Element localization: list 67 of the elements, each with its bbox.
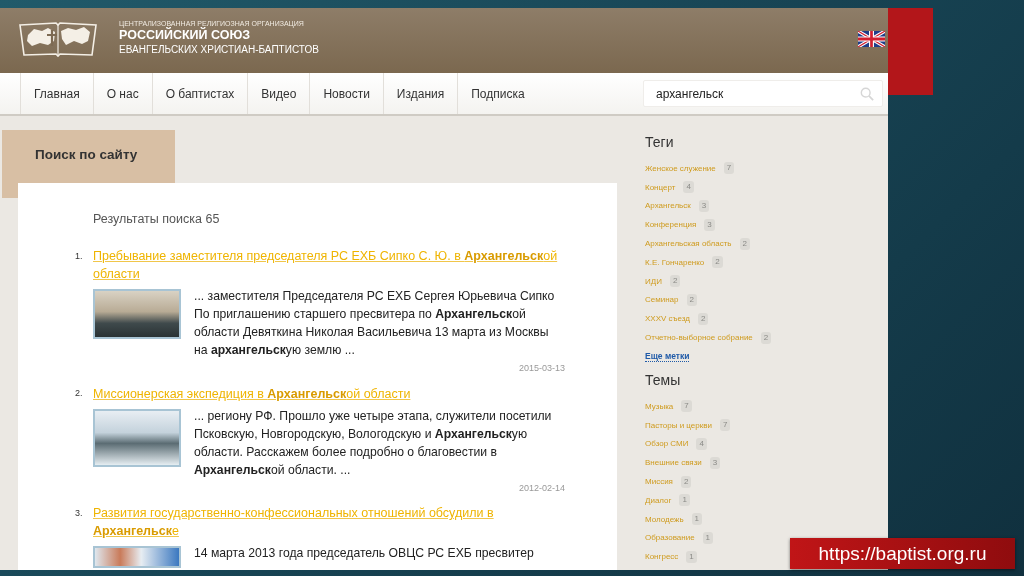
tag-link[interactable]: Концерт xyxy=(645,182,676,192)
result-snippet: ... региону РФ. Прошло уже четыре этапа, служители посетили Псковскую, Новгородскую, Вологодскую и Архангельскую области. Расскажем более подробно о благовестии в Архангельской области. ... xyxy=(194,408,553,479)
topic-count: 3 xyxy=(709,456,721,469)
result-snippet: ... заместителя Председателя РС ЕХБ Сергея Юрьевича Сипко По приглашению старшего пресвитера по Архангельской области Девяткина Николая Васильевича 13 марта из Москвы на архангельскую землю ... xyxy=(194,288,556,359)
tag-count: 2 xyxy=(686,293,697,306)
topic-link[interactable]: Музыка xyxy=(645,401,674,411)
nav-link[interactable]: Подписка xyxy=(457,73,538,114)
result-number: 3. xyxy=(75,507,84,520)
topic-link[interactable]: Внешние связи xyxy=(645,458,702,468)
tag-link[interactable]: Семинар xyxy=(645,295,679,305)
tag-link[interactable]: Архангельск xyxy=(645,201,691,211)
tag-count: 4 xyxy=(683,181,694,194)
tag-count: 2 xyxy=(712,256,723,269)
topic-link[interactable]: Диалог xyxy=(645,495,672,505)
topic-count: 4 xyxy=(696,437,707,450)
tag-link[interactable]: XXXV съезд xyxy=(645,314,690,324)
sidebar-heading: Темы xyxy=(645,371,681,388)
tag-link[interactable]: Конференция xyxy=(645,220,697,230)
tag-link[interactable]: К.Е. Гончаренко xyxy=(645,257,705,267)
result-snippet: 14 марта 2013 года председатель ОВЦС РС ЕХБ пресвитер xyxy=(194,545,535,562)
tag-count: 2 xyxy=(760,331,772,344)
topic-link[interactable]: Пасторы и церкви xyxy=(645,420,712,430)
tag-link[interactable]: ИДИ xyxy=(645,276,662,286)
topic-count: 1 xyxy=(691,513,703,526)
results-count-text: Результаты поиска 65 xyxy=(93,212,220,226)
result-title-link[interactable]: Миссионерская экспедиция в Архангельской области xyxy=(93,385,411,403)
result-number: 2. xyxy=(75,387,84,400)
topic-link[interactable]: Обзор СМИ xyxy=(645,439,689,449)
topic-count: 7 xyxy=(719,419,731,432)
org-name-text: РОССИЙСКИЙ СОЮЗ xyxy=(119,28,251,43)
tag-link[interactable]: Отчетно-выборное собрание xyxy=(645,333,753,343)
nav-link[interactable]: О баптистах xyxy=(151,73,248,114)
tag-count: 2 xyxy=(739,237,750,250)
tag-count: 3 xyxy=(704,218,715,231)
topic-count: 1 xyxy=(702,531,714,544)
topic-link[interactable]: Конгресс xyxy=(645,552,679,562)
tag-count: 7 xyxy=(723,162,735,175)
tag-count: 2 xyxy=(698,312,709,325)
photo-placeholder[interactable] xyxy=(93,289,181,339)
topic-link[interactable]: Молодежь xyxy=(645,514,684,524)
tag-count: 3 xyxy=(698,200,710,212)
result-title-link[interactable]: Пребывание заместителя председателя РС ЕХБ Сипко С. Ю. в Архангельской области xyxy=(93,247,565,283)
topic-count: 1 xyxy=(679,494,690,507)
topic-count: 7 xyxy=(681,400,692,413)
sidebar-heading: Теги xyxy=(645,134,674,150)
search-field[interactable]: архангельск xyxy=(643,80,883,107)
tag-link[interactable]: Женское служение xyxy=(645,163,716,173)
result-date: 2012-02-14 xyxy=(518,482,565,494)
nav-link[interactable]: Видео xyxy=(247,73,310,114)
more-tags-link[interactable]: Еще метки xyxy=(645,351,690,363)
result-number: 1. xyxy=(75,250,84,263)
nav-link[interactable]: О нас xyxy=(92,73,152,114)
topic-link[interactable]: Образование xyxy=(645,533,695,543)
topic-count: 1 xyxy=(686,550,697,563)
result-date: 2015-03-13 xyxy=(518,362,565,374)
source-caption: https://baptist.org.ru xyxy=(790,538,1015,569)
topic-count: 2 xyxy=(680,475,692,488)
result-title-link[interactable]: Развития государственно-конфессиональных отношений обсудили в Архангельске xyxy=(93,504,565,540)
tag-count: 2 xyxy=(669,275,681,288)
nav-link[interactable]: Новости xyxy=(309,73,383,114)
org-subtitle-text: ЕВАНГЕЛЬСКИХ ХРИСТИАН-БАПТИСТОВ xyxy=(119,43,319,56)
photo-placeholder[interactable] xyxy=(93,409,181,467)
nav-link[interactable]: Главная xyxy=(20,73,93,114)
topic-link[interactable]: Миссия xyxy=(645,477,673,487)
nav-link[interactable]: Издания xyxy=(382,73,458,114)
tag-link[interactable]: Архангельская область xyxy=(645,239,732,249)
flag-icon[interactable] xyxy=(858,30,885,47)
